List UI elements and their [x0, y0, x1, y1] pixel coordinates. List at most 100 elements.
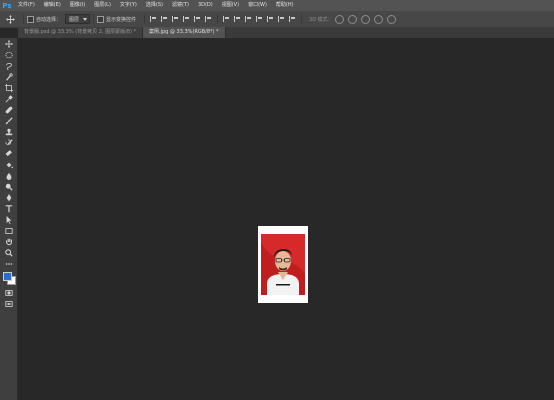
distribute-bottom-icon[interactable]: [245, 16, 252, 22]
tab-document-1[interactable]: 背景版.psd @ 33.3% (背景拷贝 2, 图层蒙版/8) *: [18, 27, 144, 38]
show-transform-checkbox[interactable]: [97, 15, 105, 23]
crop-tool[interactable]: [0, 82, 17, 93]
rectangle-icon: [4, 227, 13, 234]
marquee-icon: [4, 51, 13, 58]
distribute-top-icon[interactable]: [223, 16, 230, 22]
distribute-right-icon[interactable]: [278, 16, 285, 22]
menu-type[interactable]: 文字(Y): [116, 0, 142, 11]
align-bottom-icon[interactable]: [172, 16, 179, 22]
rotate-3d-icon[interactable]: [334, 14, 344, 24]
paint-bucket-icon: [6, 162, 13, 168]
dodge-icon: [5, 183, 13, 191]
move-tool[interactable]: [0, 38, 17, 49]
separator: [144, 14, 146, 24]
document-canvas[interactable]: [258, 226, 308, 303]
gradient-tool[interactable]: [0, 159, 17, 170]
scale-3d-icon[interactable]: [386, 14, 396, 24]
healing-tool[interactable]: [0, 104, 17, 115]
menu-layer[interactable]: 图层(L): [90, 0, 116, 11]
ellipsis-icon: [5, 262, 12, 265]
distribute-hcenter-icon[interactable]: [267, 16, 274, 22]
type-icon: [5, 204, 12, 212]
photoshop-logo[interactable]: Ps: [0, 0, 14, 11]
align-hcenter-icon[interactable]: [194, 16, 201, 22]
lasso-icon: [5, 62, 12, 70]
move-icon: [4, 39, 13, 48]
quick-mask-icon: [4, 289, 13, 296]
brush-tool[interactable]: [0, 115, 17, 126]
eraser-tool[interactable]: [0, 148, 17, 159]
align-left-icon[interactable]: [183, 16, 190, 22]
color-swatches: [0, 269, 17, 287]
quick-select-icon: [5, 72, 13, 81]
auto-select-checkbox[interactable]: [27, 15, 34, 23]
screen-mode-button[interactable]: [0, 298, 17, 309]
hand-tool[interactable]: [0, 236, 17, 247]
hand-icon: [5, 238, 12, 245]
dodge-tool[interactable]: [0, 181, 17, 192]
crop-icon: [4, 83, 13, 92]
auto-select-label: 自动选择：: [36, 16, 62, 23]
menu-bar: Ps 文件(F) 编辑(E) 图像(I) 图层(L) 文字(Y) 选择(S) 滤…: [0, 0, 554, 11]
blur-tool[interactable]: [0, 170, 17, 181]
distribute-vcenter-icon[interactable]: [234, 16, 241, 22]
menu-image[interactable]: 图像(I): [66, 0, 90, 11]
tab-document-2[interactable]: 案例.jpg @ 33.3%(RGB/8*) *: [143, 27, 226, 38]
menu-file[interactable]: 文件(F): [14, 0, 40, 11]
arrow-icon: [6, 215, 11, 224]
separator: [217, 14, 219, 24]
separator: [23, 14, 24, 24]
move-tool-preset-icon[interactable]: [0, 11, 20, 27]
pen-tool[interactable]: [0, 192, 17, 203]
history-brush-icon: [4, 138, 13, 145]
brush-icon: [5, 116, 13, 124]
eyedropper-tool[interactable]: [0, 93, 17, 104]
foreground-color-swatch[interactable]: [3, 272, 12, 281]
rectangle-tool[interactable]: [0, 225, 17, 236]
menu-filter[interactable]: 滤镜(T): [168, 0, 194, 11]
menu-3d[interactable]: 3D(D): [194, 0, 218, 11]
separator: [93, 14, 95, 24]
show-transform-label: 显示变换控件: [106, 16, 137, 23]
bandage-icon: [5, 106, 12, 113]
drop-icon: [6, 172, 11, 180]
roll-3d-icon[interactable]: [347, 14, 357, 24]
history-brush-tool[interactable]: [0, 137, 17, 148]
document-tab-bar: 背景版.psd @ 33.3% (背景拷贝 2, 图层蒙版/8) * 案例.jp…: [18, 27, 554, 38]
drag-3d-icon[interactable]: [360, 14, 370, 24]
eyedropper-icon: [5, 94, 13, 102]
canvas-area[interactable]: [18, 38, 554, 400]
align-top-icon[interactable]: [150, 16, 157, 22]
layer-select-value: 图层: [69, 16, 80, 23]
menu-edit[interactable]: 编辑(E): [40, 0, 66, 11]
pen-icon: [6, 193, 11, 201]
eraser-icon: [5, 149, 12, 156]
align-right-icon[interactable]: [205, 16, 212, 22]
magnifier-icon: [4, 248, 13, 257]
mode-3d-label: 3D 模式：: [309, 16, 333, 23]
auto-align-icon[interactable]: [289, 16, 296, 22]
menu-window[interactable]: 窗口(W): [244, 0, 272, 11]
stamp-icon: [5, 128, 12, 135]
marquee-tool[interactable]: [0, 49, 17, 60]
menu-help[interactable]: 帮助(H): [272, 0, 299, 11]
screen-mode-icon: [4, 300, 13, 307]
separator: [301, 14, 303, 24]
more-tools[interactable]: [0, 258, 17, 269]
options-bar: 自动选择： 图层 显示变换控件 3D 模式：: [0, 11, 554, 28]
tools-panel: [0, 38, 18, 400]
zoom-tool[interactable]: [0, 247, 17, 258]
layer-select-dropdown[interactable]: 图层: [65, 14, 91, 24]
distribute-left-icon[interactable]: [256, 16, 263, 22]
slide-3d-icon[interactable]: [373, 14, 383, 24]
type-tool[interactable]: [0, 203, 17, 214]
quick-mask-button[interactable]: [0, 287, 17, 298]
lasso-tool[interactable]: [0, 60, 17, 71]
path-select-tool[interactable]: [0, 214, 17, 225]
quick-select-tool[interactable]: [0, 71, 17, 82]
portrait-photo: [261, 234, 305, 295]
menu-view[interactable]: 视图(V): [218, 0, 244, 11]
align-vcenter-icon[interactable]: [161, 16, 168, 22]
clone-stamp-tool[interactable]: [0, 126, 17, 137]
menu-select[interactable]: 选择(S): [142, 0, 168, 11]
